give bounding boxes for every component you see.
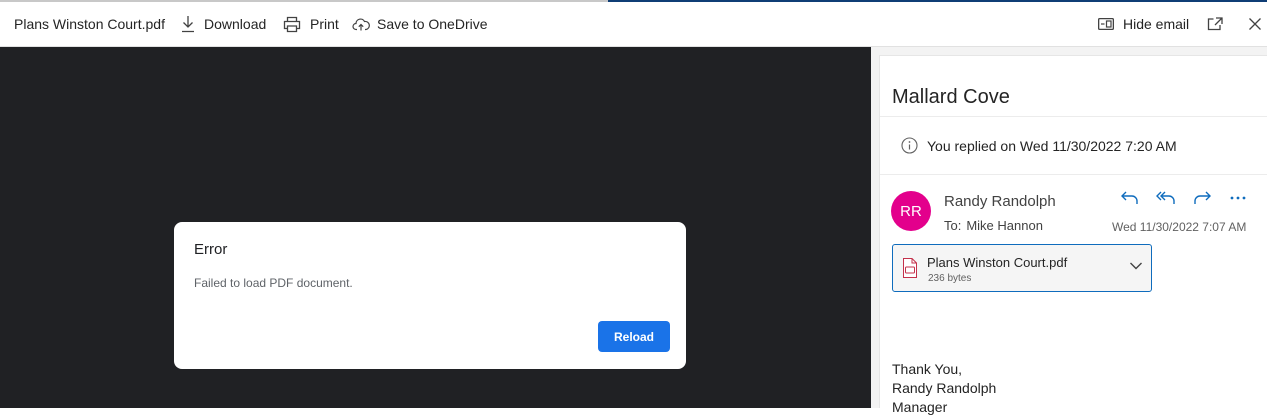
hide-email-label: Hide email [1123,16,1190,32]
reply-button[interactable] [1120,189,1140,212]
reload-button[interactable]: Reload [598,321,670,352]
print-label: Print [310,16,339,32]
attachment-name: Plans Winston Court.pdf [927,255,1068,270]
more-actions-button[interactable] [1228,189,1248,212]
close-button[interactable] [1248,2,1262,46]
info-icon [901,137,918,154]
attachment-card[interactable]: Plans Winston Court.pdf 236 bytes [892,244,1152,292]
chevron-down-icon[interactable] [1129,261,1143,271]
error-dialog-message: Failed to load PDF document. [194,276,353,290]
email-body: Thank You, Randy Randolph Manager [892,360,996,417]
download-button[interactable]: Download [181,2,266,46]
pdf-viewer: Error Failed to load PDF document. Reloa… [0,47,871,408]
file-name-label: Plans Winston Court.pdf [14,16,165,32]
replied-notice-text: You replied on Wed 11/30/2022 7:20 AM [927,137,1177,154]
save-to-onedrive-label: Save to OneDrive [377,16,488,32]
recipient-line: To: Mike Hannon [944,218,1043,233]
body-line: Randy Randolph [892,380,997,396]
download-label: Download [204,16,267,32]
file-name: Plans Winston Court.pdf [14,2,165,46]
pop-out-icon [1207,17,1223,31]
sent-date: Wed 11/30/2022 7:07 AM [1112,220,1247,234]
recipient-name[interactable]: Mike Hannon [966,218,1043,233]
hide-pane-icon [1098,18,1114,30]
replied-notice: You replied on Wed 11/30/2022 7:20 AM [901,137,1177,154]
avatar-initials: RR [900,202,922,220]
body-line: Thank You, [892,361,963,377]
print-button[interactable]: Print [283,2,339,46]
cloud-upload-icon [352,18,370,31]
save-to-onedrive-button[interactable]: Save to OneDrive [352,2,488,46]
email-subject: Mallard Cove [892,86,1010,108]
forward-button[interactable] [1192,189,1212,212]
pop-out-button[interactable] [1207,2,1223,46]
forward-icon [1194,191,1211,204]
viewer-toolbar: Plans Winston Court.pdf Download Print S… [0,2,1267,47]
printer-icon [283,16,301,32]
sender-name[interactable]: Randy Randolph [944,193,1056,210]
error-dialog-title: Error [194,241,228,258]
error-dialog: Error Failed to load PDF document. Reloa… [174,222,686,369]
email-card: Mallard Cove You replied on Wed 11/30/20… [879,55,1267,415]
divider [880,174,1267,175]
reply-all-button[interactable] [1156,189,1176,212]
avatar[interactable]: RR [891,191,931,231]
attachment-size: 236 bytes [928,273,972,284]
more-icon [1230,196,1246,200]
download-icon [182,16,194,33]
reply-icon [1121,191,1138,204]
email-pane: Mallard Cove You replied on Wed 11/30/20… [871,47,1267,415]
pdf-file-icon [903,258,917,278]
divider [880,116,1267,117]
close-icon [1249,18,1261,30]
reply-all-icon [1156,191,1175,204]
hide-email-button[interactable]: Hide email [1098,2,1189,46]
to-label: To: [944,218,962,233]
